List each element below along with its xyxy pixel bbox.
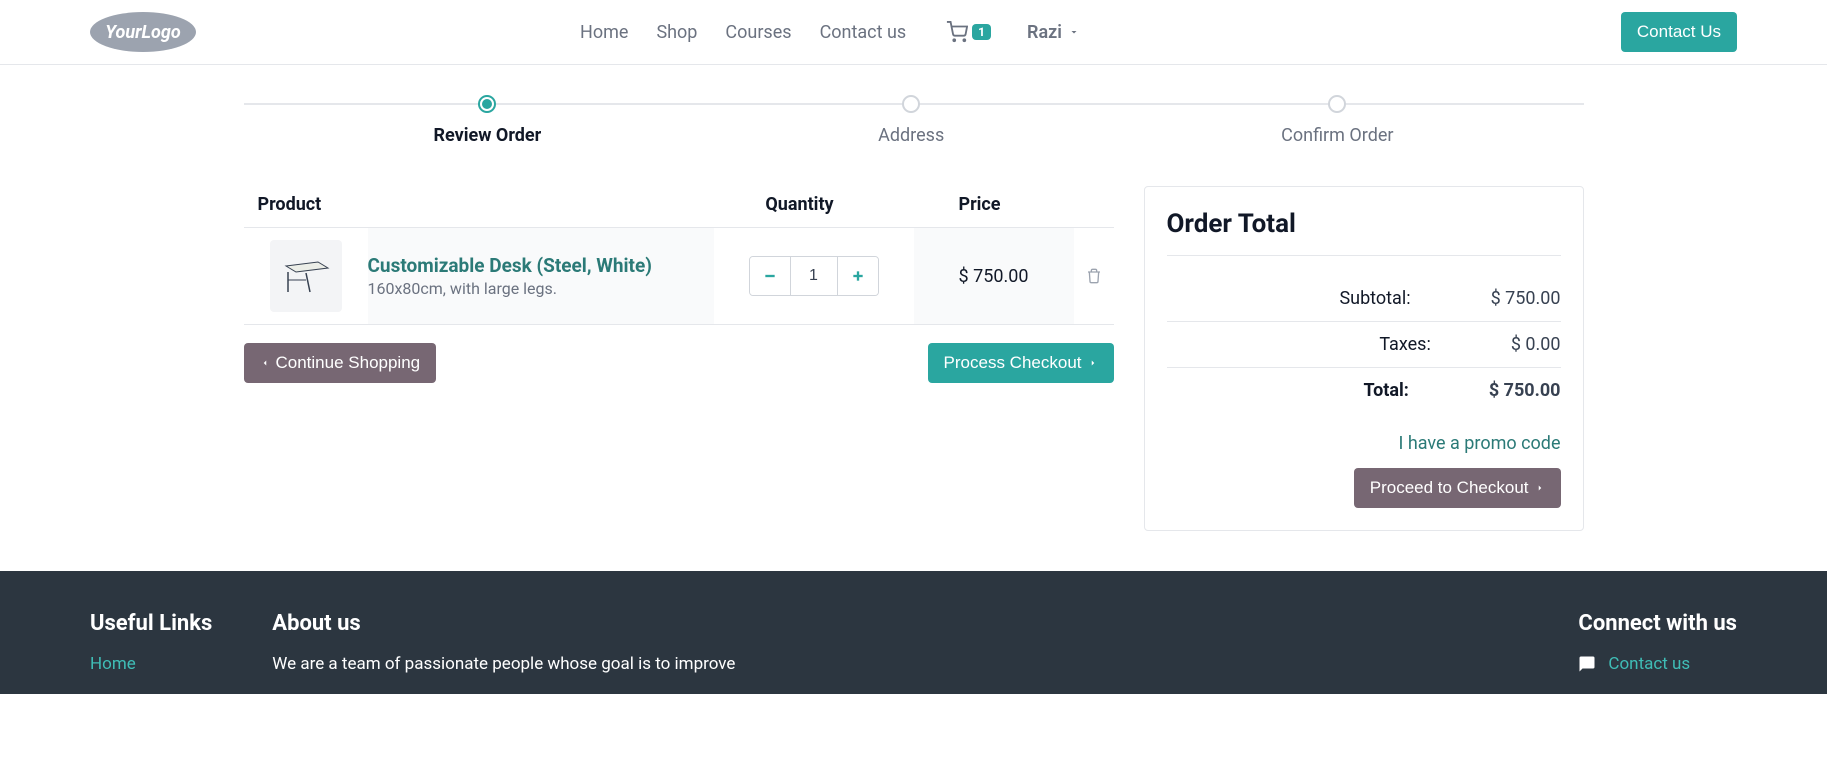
col-product-header: Product	[258, 194, 700, 215]
footer-connect-item: Contact us	[1578, 654, 1737, 674]
qty-input[interactable]	[790, 257, 838, 295]
wizard-step-address[interactable]: Address	[878, 95, 944, 146]
chevron-right-icon	[1535, 481, 1545, 495]
user-menu[interactable]: Razi	[1027, 22, 1080, 43]
taxes-row: Taxes: $ 0.00	[1167, 322, 1561, 368]
footer-contact-link[interactable]: Contact us	[1608, 654, 1690, 674]
desk-icon	[282, 256, 330, 296]
nav-shop[interactable]: Shop	[652, 18, 701, 47]
contact-us-button[interactable]: Contact Us	[1621, 12, 1737, 52]
chevron-left-icon	[260, 356, 270, 370]
nav-home[interactable]: Home	[576, 18, 632, 47]
footer-connect-title: Connect with us	[1578, 611, 1737, 636]
product-info-cell: Customizable Desk (Steel, White) 160x80c…	[368, 242, 714, 310]
cart-table-head: Product Quantity Price	[244, 186, 1114, 228]
wizard-step-review[interactable]: Review Order	[434, 95, 542, 146]
wizard-step-confirm[interactable]: Confirm Order	[1281, 95, 1393, 146]
cart-layout: Product Quantity Price	[244, 186, 1584, 531]
order-total-title: Order Total	[1167, 209, 1561, 256]
col-qty-header: Quantity	[700, 194, 900, 215]
plus-icon	[851, 269, 865, 283]
cart-count-badge: 1	[972, 24, 991, 40]
footer-about-text: We are a team of passionate people whose…	[272, 654, 735, 674]
proceed-checkout-button[interactable]: Proceed to Checkout	[1354, 468, 1561, 508]
product-image[interactable]	[270, 240, 342, 312]
step-label: Review Order	[434, 125, 542, 146]
nav-contact-us[interactable]: Contact us	[816, 18, 911, 47]
footer-columns: Useful Links Home About us We are a team…	[90, 611, 1737, 674]
cart-table: Product Quantity Price	[244, 186, 1114, 325]
step-label: Address	[878, 125, 944, 146]
footer: Useful Links Home About us We are a team…	[0, 571, 1827, 694]
trash-icon	[1086, 268, 1102, 284]
proceed-row: Proceed to Checkout	[1167, 468, 1561, 508]
chat-icon	[1578, 655, 1596, 673]
product-description: 160x80cm, with large legs.	[368, 279, 714, 298]
remove-item-button[interactable]	[1086, 268, 1102, 284]
footer-useful-title: Useful Links	[90, 611, 212, 636]
taxes-value: $ 0.00	[1511, 334, 1561, 355]
qty-decrease-button[interactable]	[750, 257, 790, 295]
logo-link[interactable]: YourLogo	[90, 12, 196, 52]
product-image-cell	[244, 228, 368, 324]
footer-link-home[interactable]: Home	[90, 654, 136, 674]
qty-increase-button[interactable]	[838, 257, 878, 295]
footer-connect: Connect with us Contact us	[1578, 611, 1737, 674]
taxes-label: Taxes:	[1379, 334, 1431, 355]
step-dot-icon	[478, 95, 496, 113]
footer-about: About us We are a team of passionate peo…	[272, 611, 735, 674]
cart-link[interactable]: 1	[946, 21, 991, 43]
subtotal-label: Subtotal:	[1339, 288, 1410, 309]
nav-courses[interactable]: Courses	[721, 18, 795, 47]
cart-row: Customizable Desk (Steel, White) 160x80c…	[244, 228, 1114, 325]
user-name: Razi	[1027, 22, 1062, 43]
col-delete-header	[1060, 194, 1100, 215]
quantity-cell	[714, 228, 914, 324]
main-container: Review Order Address Confirm Order Produ…	[214, 65, 1614, 531]
col-price-header: Price	[900, 194, 1060, 215]
logo-icon: YourLogo	[90, 12, 196, 52]
cart-actions: Continue Shopping Process Checkout	[244, 343, 1114, 383]
cart-icon	[946, 21, 968, 43]
minus-icon	[763, 269, 777, 283]
logo-text: YourLogo	[105, 22, 180, 43]
price-cell: $ 750.00	[914, 266, 1074, 287]
footer-about-title: About us	[272, 611, 735, 636]
step-label: Confirm Order	[1281, 125, 1393, 146]
quantity-stepper	[749, 256, 879, 296]
product-name-link[interactable]: Customizable Desk (Steel, White)	[368, 254, 652, 277]
step-dot-icon	[902, 95, 920, 113]
subtotal-value: $ 750.00	[1491, 288, 1561, 309]
cart-main: Product Quantity Price	[244, 186, 1114, 383]
process-checkout-label: Process Checkout	[944, 353, 1082, 373]
total-value: $ 750.00	[1489, 380, 1561, 401]
chevron-right-icon	[1088, 356, 1098, 370]
total-row: Total: $ 750.00	[1167, 368, 1561, 413]
subtotal-row: Subtotal: $ 750.00	[1167, 276, 1561, 322]
continue-shopping-button[interactable]: Continue Shopping	[244, 343, 437, 383]
step-dot-icon	[1328, 95, 1346, 113]
header: YourLogo Home Shop Courses Contact us 1 …	[0, 0, 1827, 65]
order-total-panel: Order Total Subtotal: $ 750.00 Taxes: $ …	[1144, 186, 1584, 531]
continue-shopping-label: Continue Shopping	[276, 353, 421, 373]
checkout-wizard: Review Order Address Confirm Order	[244, 95, 1584, 146]
chevron-down-icon	[1068, 26, 1080, 38]
total-label: Total:	[1363, 380, 1408, 401]
main-nav: Home Shop Courses Contact us	[576, 18, 910, 47]
process-checkout-button[interactable]: Process Checkout	[928, 343, 1114, 383]
footer-useful-links: Useful Links Home	[90, 611, 212, 674]
proceed-checkout-label: Proceed to Checkout	[1370, 478, 1529, 498]
delete-cell	[1074, 228, 1114, 324]
promo-code-link[interactable]: I have a promo code	[1167, 433, 1561, 454]
